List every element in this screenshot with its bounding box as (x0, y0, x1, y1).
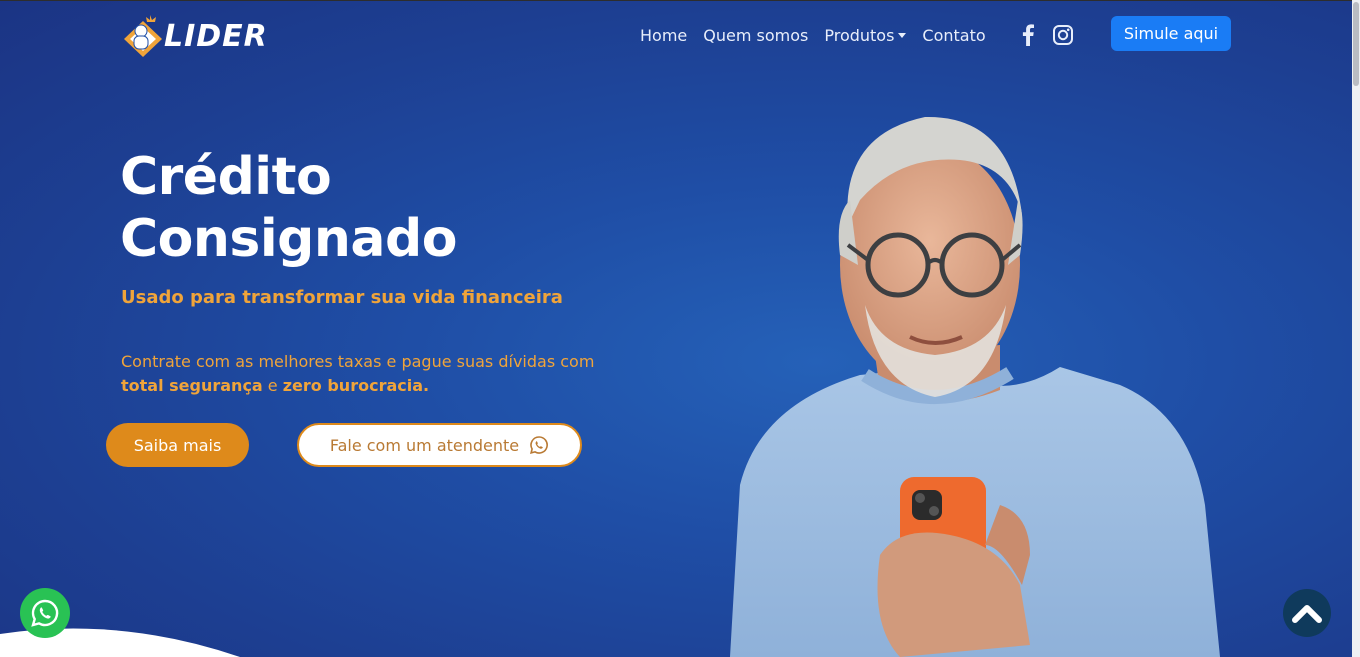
whatsapp-outline-icon (530, 436, 549, 455)
chevron-up-icon (1292, 605, 1322, 623)
nav-home[interactable]: Home (640, 26, 687, 45)
logo[interactable]: LIDER (120, 12, 270, 60)
hero-title-line2: Consignado (120, 209, 457, 269)
whatsapp-float-button[interactable] (20, 588, 70, 638)
nav-contato[interactable]: Contato (922, 26, 985, 45)
hero-desc-text-2: e (262, 376, 283, 395)
nav-quem-somos[interactable]: Quem somos (703, 26, 808, 45)
hero-title: Crédito Consignado (120, 146, 640, 270)
hero-desc-bold-1: total segurança (121, 376, 263, 395)
simule-aqui-button[interactable]: Simule aqui (1111, 16, 1231, 51)
chevron-down-icon (898, 32, 907, 38)
nav-produtos-label: Produtos (824, 25, 895, 45)
fale-atendente-button[interactable]: Fale com um atendente (297, 423, 582, 467)
nav-quem-somos-label: Quem somos (703, 25, 809, 45)
instagram-icon[interactable] (1050, 22, 1076, 48)
logo-mark-icon (120, 13, 166, 59)
hero-desc-text-1: Contrate com as melhores taxas e pague s… (121, 352, 595, 371)
hero-subtitle: Usado para transformar sua vida financei… (121, 287, 563, 308)
saiba-mais-button[interactable]: Saiba mais (106, 423, 249, 467)
nav-contato-label: Contato (922, 25, 986, 45)
hero-desc-bold-2: zero burocracia. (282, 376, 430, 395)
scroll-to-top-button[interactable] (1283, 589, 1331, 637)
hero-description: Contrate com as melhores taxas e pague s… (121, 350, 621, 398)
facebook-icon[interactable] (1015, 22, 1041, 48)
hero-person-image (730, 116, 1220, 657)
main-nav: Home Quem somos Produtos Contato (640, 22, 1002, 48)
top-border (0, 0, 1360, 1)
nav-produtos[interactable]: Produtos (824, 25, 907, 45)
hero-title-line1: Crédito (120, 147, 332, 207)
scrollbar-thumb[interactable] (1353, 2, 1359, 86)
fale-atendente-label: Fale com um atendente (329, 435, 520, 455)
whatsapp-icon (31, 599, 59, 627)
logo-text: LIDER (164, 18, 268, 54)
nav-home-label: Home (640, 25, 688, 45)
page-scrollbar[interactable] (1352, 0, 1360, 657)
